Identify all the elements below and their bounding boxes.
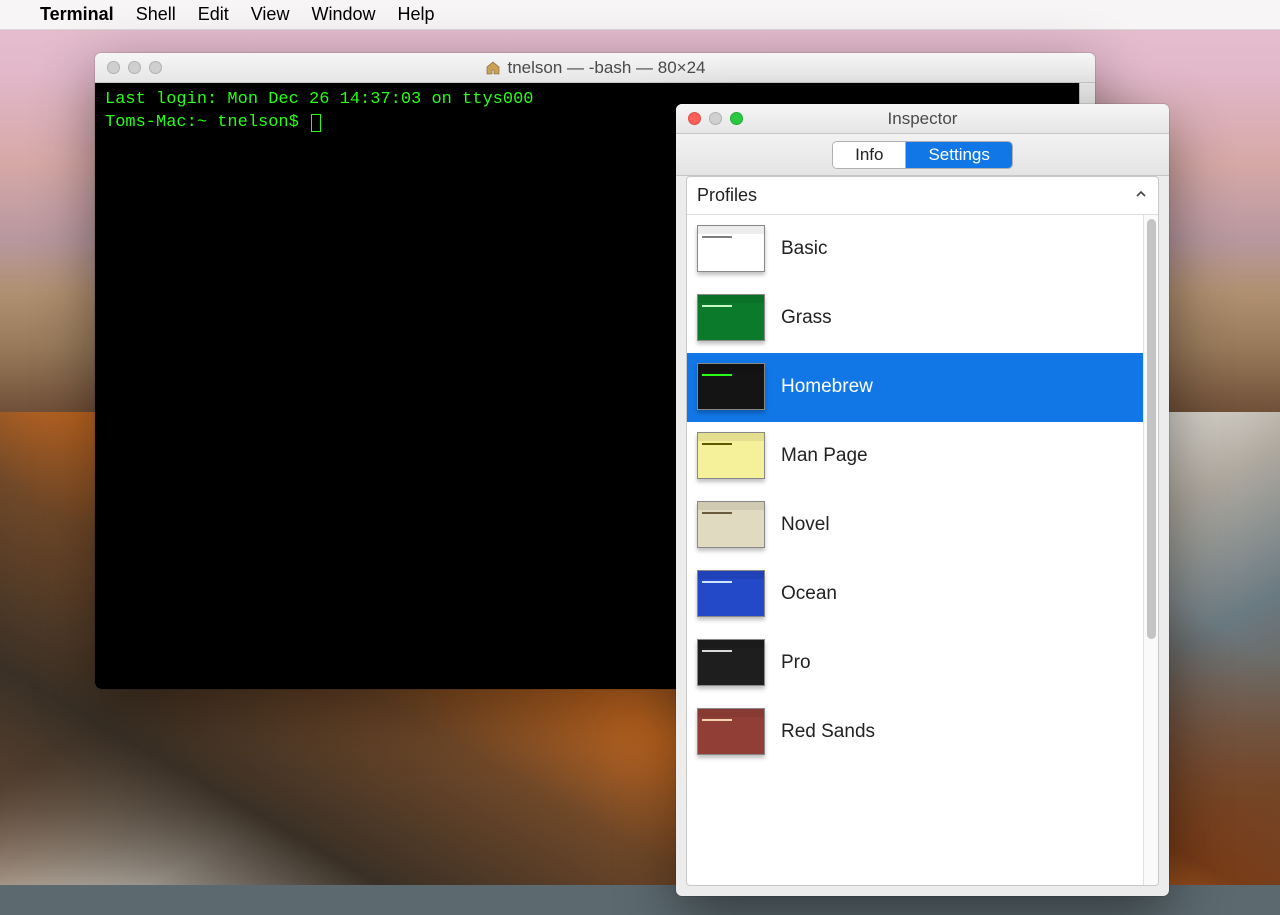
profiles-section-header[interactable]: Profiles bbox=[687, 177, 1158, 215]
profiles-list[interactable]: Basic Grass Homebrew Man Page Novel Ocean Pro R… bbox=[687, 215, 1158, 885]
menubar-item-window[interactable]: Window bbox=[311, 4, 375, 25]
profile-row-homebrew[interactable]: Homebrew bbox=[687, 353, 1158, 422]
minimize-button[interactable] bbox=[128, 61, 141, 74]
home-folder-icon bbox=[485, 60, 502, 76]
zoom-button[interactable] bbox=[730, 112, 743, 125]
menubar-item-help[interactable]: Help bbox=[397, 4, 434, 25]
profile-row-pro[interactable]: Pro bbox=[687, 629, 1158, 698]
menubar: Terminal Shell Edit View Window Help bbox=[0, 0, 1280, 30]
terminal-prompt: Toms-Mac:~ tnelson$ bbox=[105, 113, 309, 132]
profile-accent bbox=[702, 650, 732, 652]
inspector-title: Inspector bbox=[676, 109, 1169, 129]
minimize-button[interactable] bbox=[709, 112, 722, 125]
terminal-title: tnelson — -bash — 80×24 bbox=[95, 58, 1095, 78]
profile-name: Man Page bbox=[781, 445, 868, 467]
profiles-label: Profiles bbox=[697, 185, 757, 206]
inspector-titlebar[interactable]: Inspector bbox=[676, 104, 1169, 134]
profile-row-grass[interactable]: Grass bbox=[687, 284, 1158, 353]
profile-row-red-sands[interactable]: Red Sands bbox=[687, 698, 1158, 767]
profile-name: Ocean bbox=[781, 583, 837, 605]
profile-thumbnail bbox=[697, 225, 765, 272]
inspector-window: Inspector Info Settings Profiles Basic Gr… bbox=[676, 104, 1169, 896]
profile-accent bbox=[702, 236, 732, 238]
terminal-traffic-lights bbox=[95, 61, 162, 74]
profile-thumbnail bbox=[697, 639, 765, 686]
zoom-button[interactable] bbox=[149, 61, 162, 74]
inspector-tabs: Info Settings bbox=[832, 141, 1013, 169]
menubar-app[interactable]: Terminal bbox=[40, 4, 114, 25]
terminal-cursor bbox=[311, 114, 321, 132]
profile-thumbnail bbox=[697, 570, 765, 617]
menubar-item-shell[interactable]: Shell bbox=[136, 4, 176, 25]
profile-row-man-page[interactable]: Man Page bbox=[687, 422, 1158, 491]
menubar-item-edit[interactable]: Edit bbox=[198, 4, 229, 25]
profile-thumbnail bbox=[697, 294, 765, 341]
profile-accent bbox=[702, 374, 732, 376]
terminal-titlebar[interactable]: tnelson — -bash — 80×24 bbox=[95, 53, 1095, 83]
profile-accent bbox=[702, 719, 732, 721]
profile-name: Basic bbox=[781, 238, 827, 260]
terminal-title-text: tnelson — -bash — 80×24 bbox=[508, 58, 706, 78]
profile-row-ocean[interactable]: Ocean bbox=[687, 560, 1158, 629]
chevron-up-icon bbox=[1134, 185, 1148, 206]
profile-name: Pro bbox=[781, 652, 811, 674]
profile-accent bbox=[702, 512, 732, 514]
profile-thumbnail bbox=[697, 501, 765, 548]
profile-name: Grass bbox=[781, 307, 832, 329]
menubar-item-view[interactable]: View bbox=[251, 4, 290, 25]
tab-settings[interactable]: Settings bbox=[906, 142, 1011, 168]
profile-row-novel[interactable]: Novel bbox=[687, 491, 1158, 560]
profile-accent bbox=[702, 443, 732, 445]
inspector-toolbar: Info Settings bbox=[676, 134, 1169, 176]
profile-name: Novel bbox=[781, 514, 830, 536]
profile-name: Homebrew bbox=[781, 376, 873, 398]
profiles-scrollbar[interactable] bbox=[1143, 215, 1158, 885]
inspector-content: Profiles Basic Grass Homebrew Man Page Novel… bbox=[686, 176, 1159, 886]
profile-row-basic[interactable]: Basic bbox=[687, 215, 1158, 284]
tab-info[interactable]: Info bbox=[833, 142, 906, 168]
profile-thumbnail bbox=[697, 432, 765, 479]
profile-accent bbox=[702, 581, 732, 583]
profile-name: Red Sands bbox=[781, 721, 875, 743]
close-button[interactable] bbox=[107, 61, 120, 74]
profile-thumbnail bbox=[697, 708, 765, 755]
inspector-traffic-lights bbox=[676, 112, 743, 125]
scrollbar-thumb[interactable] bbox=[1147, 219, 1156, 639]
close-button[interactable] bbox=[688, 112, 701, 125]
profile-accent bbox=[702, 305, 732, 307]
inspector-title-text: Inspector bbox=[888, 109, 958, 129]
profile-thumbnail bbox=[697, 363, 765, 410]
